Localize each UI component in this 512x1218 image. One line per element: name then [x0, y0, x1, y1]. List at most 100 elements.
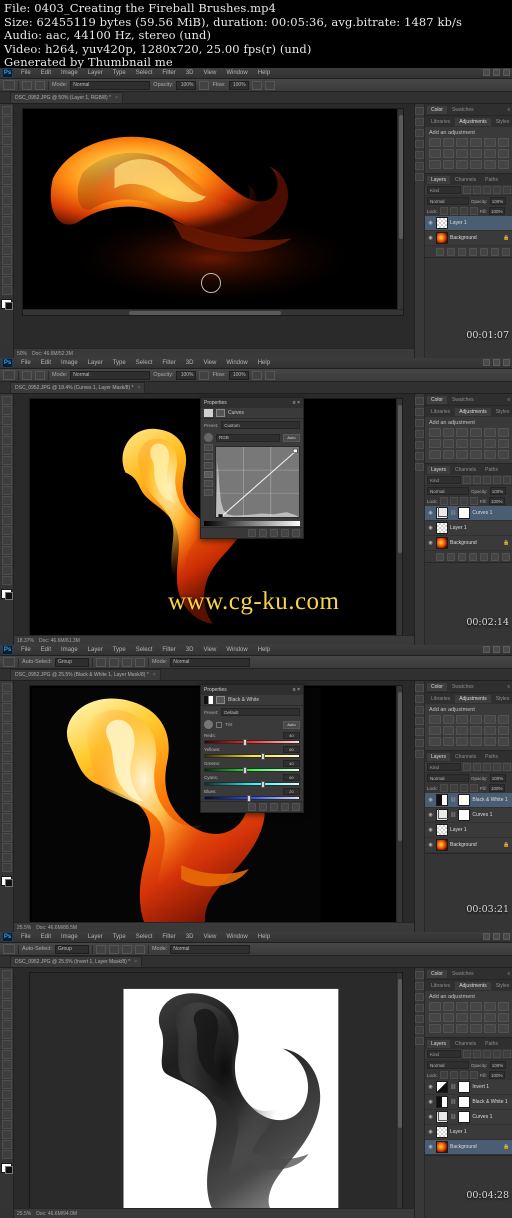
layer-mask-thumbnail[interactable] — [458, 1111, 471, 1123]
mask-link-icon[interactable]: ⛓ — [450, 812, 456, 818]
clone-source-panel-icon[interactable] — [415, 706, 424, 714]
align-center-icon[interactable] — [108, 944, 119, 954]
color-lookup-icon[interactable] — [483, 439, 496, 448]
minimize-button[interactable] — [483, 359, 490, 366]
hand-tool-icon[interactable] — [1, 566, 12, 575]
tab-paths[interactable]: Paths — [481, 1040, 502, 1048]
align-center-icon[interactable] — [108, 657, 119, 667]
layer-visibility-icon[interactable]: ◉ — [427, 842, 434, 848]
brush-preset-picker-icon[interactable] — [22, 80, 32, 90]
lock-transparent-icon[interactable] — [439, 784, 448, 792]
slider-knob[interactable] — [247, 795, 252, 802]
curves-icon[interactable] — [456, 138, 469, 147]
zoom-tool-icon[interactable] — [1, 863, 12, 872]
history-panel-icon[interactable] — [415, 397, 424, 405]
tab-libraries[interactable]: Libraries — [427, 695, 454, 703]
black-white-icon[interactable] — [442, 1013, 455, 1022]
align-left-icon[interactable] — [95, 657, 106, 667]
lock-position-icon[interactable] — [459, 1071, 468, 1079]
document-tab-4[interactable]: DSC_0952.JPG @ 25.5% (Invert 1, Layer Ma… — [10, 956, 143, 967]
character-panel-icon[interactable] — [415, 430, 424, 438]
clone-source-panel-icon[interactable] — [415, 993, 424, 1001]
levels-icon[interactable] — [442, 428, 455, 437]
layer-visibility-icon[interactable]: ◉ — [427, 1099, 434, 1105]
spare-adjustment-icon[interactable] — [483, 1024, 496, 1033]
slider-track[interactable] — [204, 781, 300, 788]
shape-tool-icon[interactable] — [1, 266, 12, 275]
lasso-tool-icon[interactable] — [1, 126, 12, 135]
layer-thumbnail[interactable] — [436, 522, 448, 534]
move-tool-icon[interactable] — [3, 657, 15, 667]
tab-libraries[interactable]: Libraries — [427, 982, 454, 990]
marquee-tool-icon[interactable] — [1, 693, 12, 702]
menu-image[interactable]: Image — [56, 647, 83, 653]
lock-image-icon[interactable] — [449, 207, 458, 215]
menu-image[interactable]: Image — [56, 70, 83, 76]
eraser-tool-icon[interactable] — [1, 196, 12, 205]
layer-blend-mode-select[interactable]: Normal — [427, 1061, 469, 1069]
panel-menu-icon[interactable]: ≡ × — [293, 687, 300, 693]
table-row[interactable]: ◉ ⛓ Invert 1 — [425, 1080, 512, 1095]
paragraph-panel-icon[interactable] — [415, 1015, 424, 1023]
paragraph-panel-icon[interactable] — [415, 728, 424, 736]
layer-thumbnail[interactable] — [436, 809, 448, 821]
menu-type[interactable]: Type — [108, 647, 131, 653]
layer-visibility-icon[interactable]: ◉ — [427, 1144, 434, 1150]
menu-window[interactable]: Window — [221, 360, 252, 366]
exposure-icon[interactable] — [470, 1002, 482, 1011]
zoom-level-2[interactable]: 18.37% — [17, 638, 34, 644]
filter-shape-icon[interactable] — [493, 186, 502, 194]
lock-all-icon[interactable] — [469, 1071, 478, 1079]
menu-3d[interactable]: 3D — [181, 934, 199, 940]
slider-track[interactable] — [204, 753, 300, 760]
character-panel-icon[interactable] — [415, 1004, 424, 1012]
slider-track[interactable] — [204, 767, 300, 774]
pen-tool-icon[interactable] — [1, 526, 12, 535]
exposure-icon[interactable] — [470, 138, 482, 147]
paragraph-panel-icon[interactable] — [415, 151, 424, 159]
clone-stamp-tool-icon[interactable] — [1, 186, 12, 195]
lock-all-icon[interactable] — [469, 497, 478, 505]
filter-smart-icon[interactable] — [503, 763, 512, 771]
maximize-button[interactable] — [493, 933, 500, 940]
layer-thumbnail[interactable] — [436, 1096, 448, 1108]
close-tab-icon[interactable]: × — [137, 385, 140, 391]
opacity-input[interactable]: 100% — [176, 80, 197, 90]
selective-color-icon[interactable] — [470, 737, 482, 746]
menu-layer[interactable]: Layer — [83, 360, 108, 366]
black-white-icon[interactable] — [442, 439, 455, 448]
layer-mask-thumbnail[interactable] — [458, 794, 471, 806]
quick-select-tool-icon[interactable] — [1, 426, 12, 435]
reset-icon[interactable] — [270, 529, 278, 537]
clip-to-layer-icon[interactable] — [248, 529, 256, 537]
brush-tool-icon[interactable] — [1, 1040, 12, 1049]
slider-value[interactable]: 20 — [283, 788, 300, 795]
menu-edit[interactable]: Edit — [36, 360, 56, 366]
photo-filter-icon[interactable] — [456, 1013, 469, 1022]
levels-icon[interactable] — [442, 715, 455, 724]
preset-select[interactable]: Default — [221, 708, 300, 716]
layer-opacity-input[interactable]: 100% — [489, 1061, 506, 1069]
align-right-icon[interactable] — [121, 657, 132, 667]
tab-channels[interactable]: Channels — [451, 176, 480, 184]
menu-window[interactable]: Window — [221, 647, 252, 653]
marquee-tool-icon[interactable] — [1, 406, 12, 415]
menu-3d[interactable]: 3D — [181, 360, 199, 366]
menu-select[interactable]: Select — [131, 647, 158, 653]
menu-help[interactable]: Help — [253, 647, 275, 653]
brush-panel-toggle-icon[interactable] — [35, 80, 45, 90]
layer-thumbnail[interactable] — [436, 794, 448, 806]
close-button[interactable] — [503, 69, 510, 76]
slider-knob[interactable] — [261, 781, 266, 788]
photo-filter-icon[interactable] — [456, 439, 469, 448]
layer-fill-input[interactable]: 100% — [488, 207, 505, 215]
info-panel-icon[interactable] — [415, 162, 424, 170]
menu-layer[interactable]: Layer — [83, 647, 108, 653]
layer-thumbnail[interactable] — [436, 1081, 448, 1093]
flow-input[interactable]: 100% — [228, 80, 249, 90]
blend-mode-select[interactable]: Normal — [170, 657, 251, 667]
history-panel-icon[interactable] — [415, 107, 424, 115]
brightness-contrast-icon[interactable] — [429, 138, 441, 147]
pressure-opacity-icon[interactable] — [199, 80, 210, 90]
healing-brush-tool-icon[interactable] — [1, 1030, 12, 1039]
